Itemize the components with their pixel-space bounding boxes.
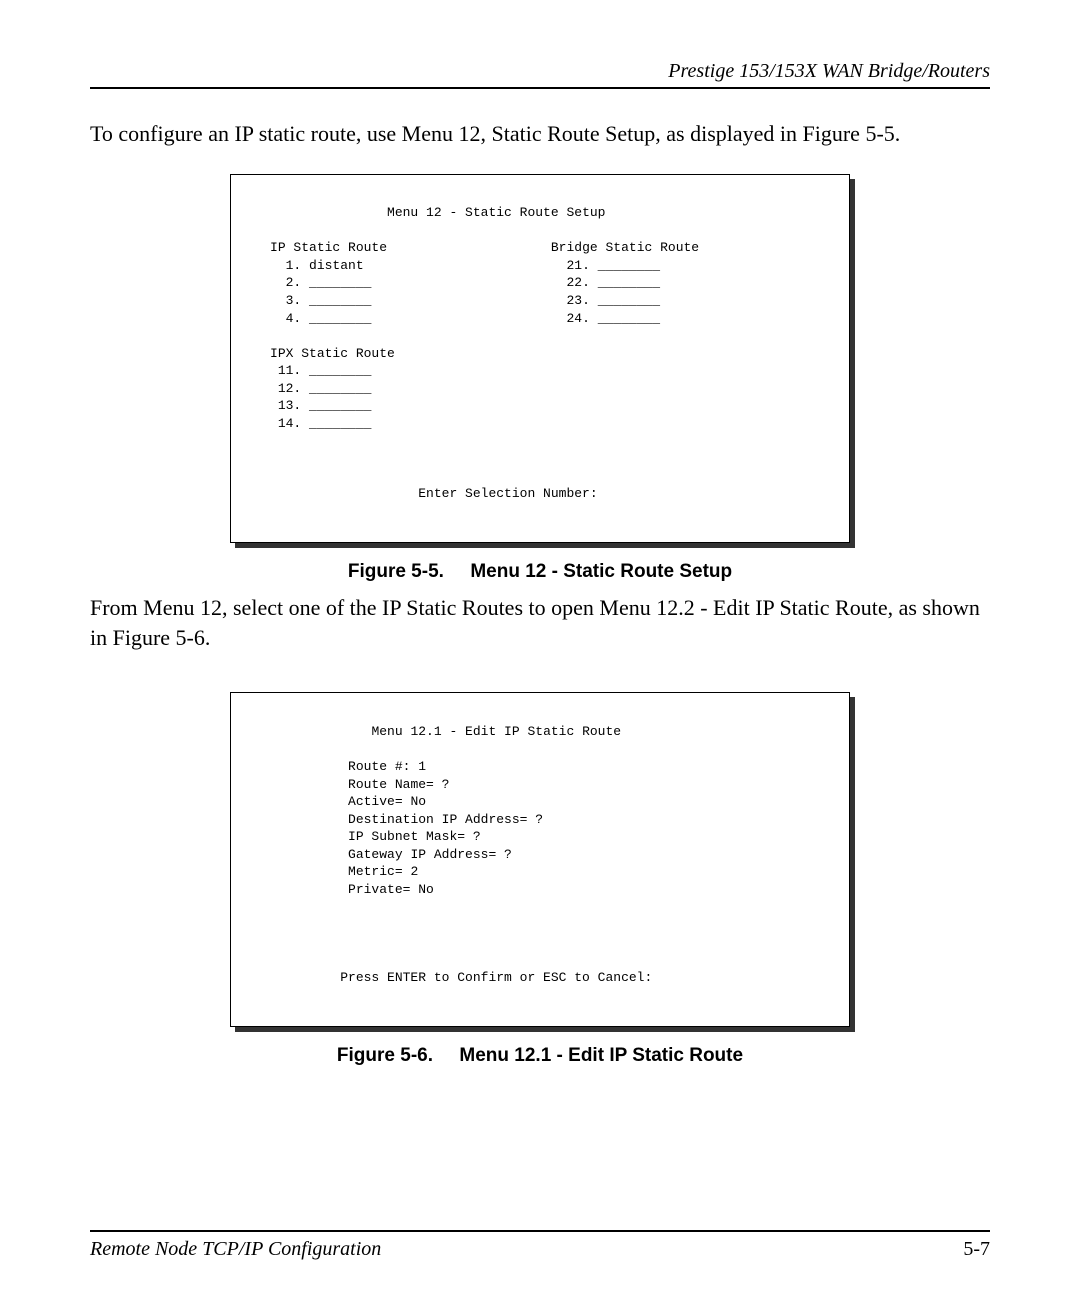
route-row-3: 3. ________ 23. ________ — [231, 293, 660, 308]
field-row-7: Metric= 2 — [231, 864, 418, 879]
field-row-5: IP Subnet Mask= ? — [231, 829, 481, 844]
field-row-6: Gateway IP Address= ? — [231, 847, 512, 862]
terminal-menu-12: Menu 12 - Static Route Setup IP Static R… — [230, 174, 850, 543]
menu121-prompt-row: Press ENTER to Confirm or ESC to Cancel: — [231, 970, 652, 985]
route-row-1: 1. distant 21. ________ — [231, 258, 660, 273]
footer-page-number: 5-7 — [963, 1238, 990, 1261]
ipx-row-2: 12. ________ — [231, 381, 371, 396]
ipx-row-1: 11. ________ — [231, 363, 371, 378]
ipx-header-row: IPX Static Route — [231, 346, 395, 361]
field-row-1: Route #: 1 — [231, 759, 426, 774]
route-row-2: 2. ________ 22. ________ — [231, 275, 660, 290]
figure-5-6-title: Menu 12.1 - Edit IP Static Route — [459, 1045, 743, 1066]
footer-left: Remote Node TCP/IP Configuration — [90, 1238, 381, 1261]
header-title: Prestige 153/153X WAN Bridge/Routers — [90, 60, 990, 87]
page: Prestige 153/153X WAN Bridge/Routers To … — [0, 0, 1080, 1311]
field-row-2: Route Name= ? — [231, 777, 449, 792]
field-row-3: Active= No — [231, 794, 426, 809]
field-row-8: Private= No — [231, 882, 434, 897]
terminal-menu-12-1: Menu 12.1 - Edit IP Static Route Route #… — [230, 692, 850, 1026]
menu121-title-line: Menu 12.1 - Edit IP Static Route — [231, 724, 621, 739]
paragraph-intro-1: To configure an IP static route, use Men… — [90, 119, 990, 149]
footer-line: Remote Node TCP/IP Configuration 5-7 — [90, 1230, 990, 1261]
figure-5-6-label: Figure 5-6. — [337, 1045, 433, 1066]
footer: Remote Node TCP/IP Configuration 5-7 — [90, 1230, 990, 1261]
ipx-row-4: 14. ________ — [231, 416, 371, 431]
figure-5-5-title: Menu 12 - Static Route Setup — [470, 561, 732, 582]
running-header: Prestige 153/153X WAN Bridge/Routers — [90, 60, 990, 89]
ipx-row-3: 13. ________ — [231, 398, 371, 413]
figure-5-5-label: Figure 5-5. — [348, 561, 444, 582]
route-row-4: 4. ________ 24. ________ — [231, 311, 660, 326]
menu12-prompt-row: Enter Selection Number: — [231, 486, 598, 501]
menu12-title-line: Menu 12 - Static Route Setup — [231, 205, 605, 220]
ip-static-header-row: IP Static Route Bridge Static Route — [231, 240, 699, 255]
figure-5-5-caption: Figure 5-5. Menu 12 - Static Route Setup — [90, 561, 990, 583]
paragraph-intro-2: From Menu 12, select one of the IP Stati… — [90, 593, 990, 652]
figure-5-6-caption: Figure 5-6. Menu 12.1 - Edit IP Static R… — [90, 1045, 990, 1067]
field-row-4: Destination IP Address= ? — [231, 812, 543, 827]
